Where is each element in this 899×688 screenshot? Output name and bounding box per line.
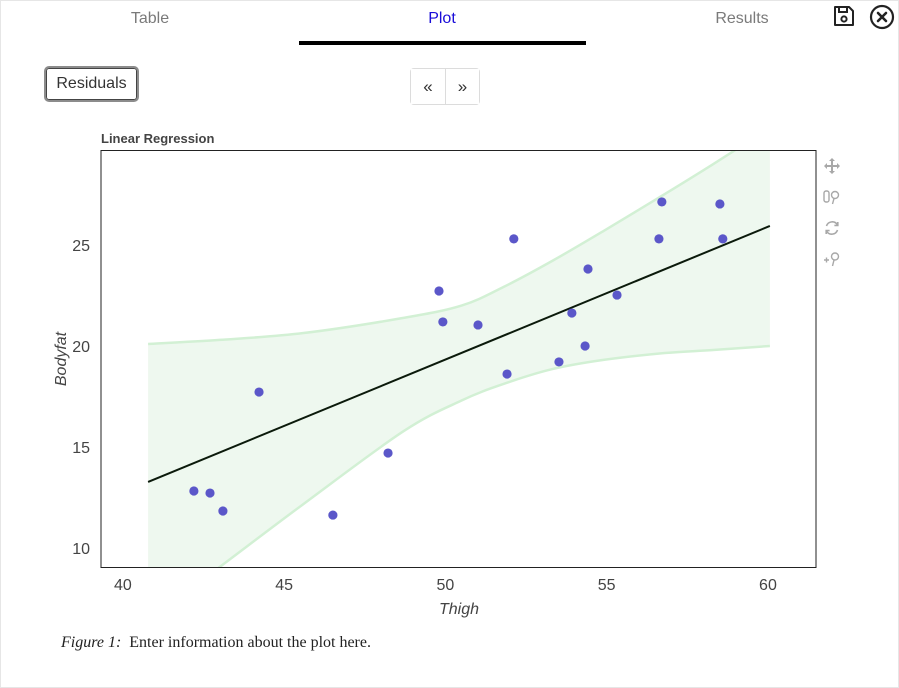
data-point [580,341,590,351]
data-point [509,234,519,244]
data-point [328,510,338,520]
x-tick-label: 60 [759,577,777,594]
data-point [254,387,264,397]
data-point [438,317,448,327]
y-axis-label: Bodyfat [53,331,70,386]
data-point [189,486,199,496]
figure-caption: Figure 1: Enter information about the plo… [61,634,371,652]
data-point [612,290,622,300]
zoom-box-icon[interactable] [822,187,842,207]
x-tick-label: 40 [114,577,132,594]
data-point [657,197,667,207]
data-point [554,357,564,367]
move-icon[interactable] [822,156,842,176]
data-point [434,286,444,296]
y-tick-label: 10 [72,541,90,558]
y-tick-label: 15 [72,440,90,457]
data-point [473,320,483,330]
x-axis-label: Thigh [439,601,479,618]
data-point [654,234,664,244]
confidence-band [148,150,770,567]
y-tick-label: 25 [72,238,90,255]
data-point [715,199,725,209]
reset-icon[interactable] [822,218,842,238]
figure-label: Figure 1: [61,634,122,651]
data-point [567,308,577,318]
data-point [205,488,215,498]
y-tick-label: 20 [72,339,90,356]
plot-toolbar [822,156,842,280]
x-tick-label: 50 [437,577,455,594]
data-point [583,264,593,274]
data-point [383,448,393,458]
data-point [718,234,728,244]
caption-text: Enter information about the plot here. [129,634,371,651]
x-tick-label: 55 [598,577,616,594]
data-point [218,506,228,516]
x-tick-label: 45 [275,577,293,594]
data-point [502,369,512,379]
regression-chart: 40 45 50 55 60 10 15 20 25 Thigh Bodyfat [53,150,817,618]
zoom-in-icon[interactable] [822,249,842,269]
